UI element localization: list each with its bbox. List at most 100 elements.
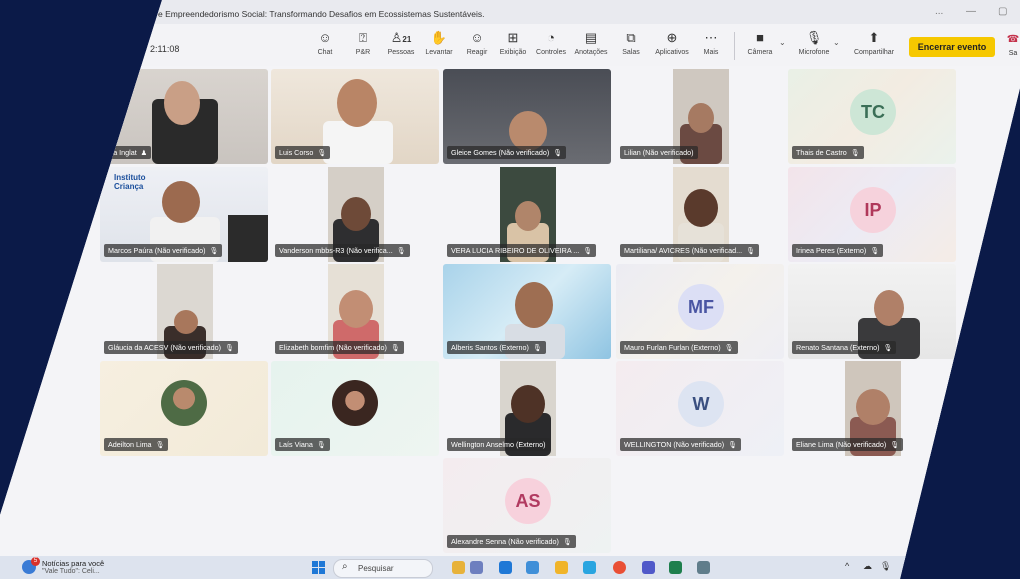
participant-name: VERA LUCIA RIBEIRO DE OLIVEIRA ... 🎙 [447,244,597,257]
phone-hangup-icon: ☎ [1006,34,1020,45]
apps-button[interactable]: ⊕ Aplicativos [654,30,690,56]
mic-muted-icon: 🎙 [850,150,860,157]
mic-muted-icon: 🎙 [728,442,738,449]
participant-tile[interactable]: Laís Viana 🎙 [271,361,439,456]
participant-name: Vanderson mbbs-R3 (Não verifica... 🎙 [275,244,410,257]
notes-button[interactable]: ▤ Anotações [573,30,609,56]
microphone-button[interactable]: 🎙 Microfone [794,30,834,56]
excel-icon[interactable] [669,561,682,574]
mic-muted-icon: 🎙 [209,248,219,255]
video-grid: ica Inglat ♟ Luis Corso 🎙 Gleice Gomes (Nã… [0,66,1020,560]
participant-tile[interactable]: Renato Santana (Externo) 🎙 [788,264,956,359]
task-view-icon[interactable] [470,561,483,574]
teams-window: e Empreendedorismo Social: Transformando… [0,0,1020,579]
participant-name: ica Inglat ♟ [104,146,152,159]
news-widget-title[interactable]: Notícias para você [42,559,104,568]
qa-button[interactable]: ⍰ P&R [345,30,381,56]
participant-name: Laís Viana 🎙 [275,438,330,451]
taskbar-search-input[interactable]: ⌕ Pesquisar [333,559,433,578]
participant-tile[interactable]: TC Thais de Castro 🎙 [788,69,956,164]
participant-name: Eliane Lima (Não verificado) 🎙 [792,438,904,451]
participant-tile[interactable]: Vanderson mbbs-R3 (Não verifica... 🎙 [271,167,439,262]
participant-tile[interactable]: Adeilton Lima 🎙 [100,361,268,456]
meeting-timer: 2:11:08 [150,44,180,54]
calculator-icon[interactable] [697,561,710,574]
raise-hand-button[interactable]: ✋ Levantar [421,30,457,56]
participant-tile[interactable]: VERA LUCIA RIBEIRO DE OLIVEIRA ... 🎙 [443,167,611,262]
share-button[interactable]: ⬆ Compartilhar [850,30,898,56]
camera-chevron-down-icon[interactable]: ⌄ [779,38,786,47]
participant-tile[interactable]: ica Inglat ♟ [100,69,268,164]
participant-tile[interactable]: Lilian (Não verificado) [616,69,784,164]
microphone-chevron-down-icon[interactable]: ⌄ [833,38,840,47]
participant-name: Luis Corso 🎙 [275,146,331,159]
file-explorer-icon[interactable] [452,561,465,574]
chat-button[interactable]: ☺ Chat [307,30,343,56]
more-window-options-icon[interactable]: ... [935,6,943,17]
tray-microphone-icon[interactable]: 🎙 [880,561,891,572]
controls-button[interactable]: ◔ Controles [533,30,569,56]
people-button[interactable]: ♙21 Pessoas [383,30,419,56]
title-bar: e Empreendedorismo Social: Transformando… [0,0,1020,24]
mic-muted-icon: 🎙 [316,442,326,449]
edge-browser-icon[interactable] [499,561,512,574]
participant-name: Mauro Furlan Furlan (Externo) 🎙 [620,341,738,354]
meeting-toolbar: 2:11:08 ☺ Chat ⍰ P&R ♙21 Pessoas ✋ Levantar … [0,24,1020,67]
teams-icon[interactable] [642,561,655,574]
mic-muted-icon: 🎙 [562,539,572,546]
microphone-icon: 🎙 [805,30,823,45]
participant-tile[interactable]: Luis Corso 🎙 [271,69,439,164]
participant-tile[interactable]: W WELLINGTON (Não verificado) 🎙 [616,361,784,456]
participant-name: Thais de Castro 🎙 [792,146,864,159]
folder-icon[interactable] [555,561,568,574]
participant-tile[interactable]: Instituto Criança Marcos Paúra (Não veri… [100,167,268,262]
mic-muted-icon: 🎙 [553,150,563,157]
app-icon[interactable] [583,561,596,574]
notification-badge: 5 [31,557,40,566]
more-button[interactable]: ⋯ Mais [693,30,729,56]
profile-photo-avatar [332,380,378,426]
maximize-icon[interactable]: ▢ [998,6,1007,17]
participant-tile[interactable]: Alberis Santos (Externo) 🎙 [443,264,611,359]
chrome-browser-icon[interactable] [613,561,626,574]
participant-tile[interactable]: Elizabeth bomfim (Não verificado) 🎙 [271,264,439,359]
qa-icon: ⍰ [359,30,367,45]
notes-icon: ▤ [584,30,598,45]
participant-tile[interactable]: Eliane Lima (Não verificado) 🎙 [788,361,956,456]
window-title: e Empreendedorismo Social: Transformando… [158,9,485,19]
participant-tile[interactable]: Wellington Anselmo (Externo) [443,361,611,456]
windows-start-icon[interactable] [312,561,325,574]
store-icon[interactable] [526,561,539,574]
more-icon: ⋯ [704,30,718,45]
search-placeholder: Pesquisar [358,564,394,573]
participant-name: Irinea Peres (Externo) 🎙 [792,244,884,257]
raise-hand-icon: ✋ [430,30,448,45]
participant-name: Adeilton Lima 🎙 [104,438,169,451]
news-widget-subtitle[interactable]: "Vale Tudo": Celi... [42,568,100,575]
view-button[interactable]: ⊞ Exibição [495,30,531,56]
leave-button[interactable]: ☎ Sa [1006,34,1020,57]
view-icon: ⊞ [507,30,519,45]
participant-tile[interactable]: IP Irinea Peres (Externo) 🎙 [788,167,956,262]
participant-name: Alexandre Senna (Não verificado) 🎙 [447,535,576,548]
tray-chevron-up-icon[interactable]: ^ [845,561,849,571]
mic-muted-icon: 🎙 [890,442,900,449]
mic-muted-icon: 🎙 [583,248,593,255]
mic-muted-icon: 🎙 [746,248,755,255]
participant-tile[interactable]: Gláucia da ACESV (Não verificado) 🎙 [100,264,268,359]
participant-name: Wellington Anselmo (Externo) [447,438,550,451]
rooms-button[interactable]: ⧉ Salas [613,30,649,56]
participant-tile[interactable]: AS Alexandre Senna (Não verificado) 🎙 [443,458,611,553]
react-button[interactable]: ☺ Reagir [459,30,495,56]
onedrive-cloud-icon[interactable]: ☁ [863,561,872,572]
participant-tile[interactable]: MF Mauro Furlan Furlan (Externo) 🎙 [616,264,784,359]
participant-tile[interactable]: Martiliana/ AVICRES (Não verificad... 🎙 [616,167,784,262]
chat-icon: ☺ [318,30,332,45]
minimize-icon[interactable]: — [966,6,976,17]
end-event-button[interactable]: Encerrar evento [909,37,995,57]
participant-tile[interactable]: Gleice Gomes (Não verificado) 🎙 [443,69,611,164]
participant-count: 21 [402,35,412,44]
camera-button[interactable]: ■ Câmera [742,30,778,56]
rooms-icon: ⧉ [626,30,636,45]
mic-muted-icon: 🎙 [870,248,880,255]
